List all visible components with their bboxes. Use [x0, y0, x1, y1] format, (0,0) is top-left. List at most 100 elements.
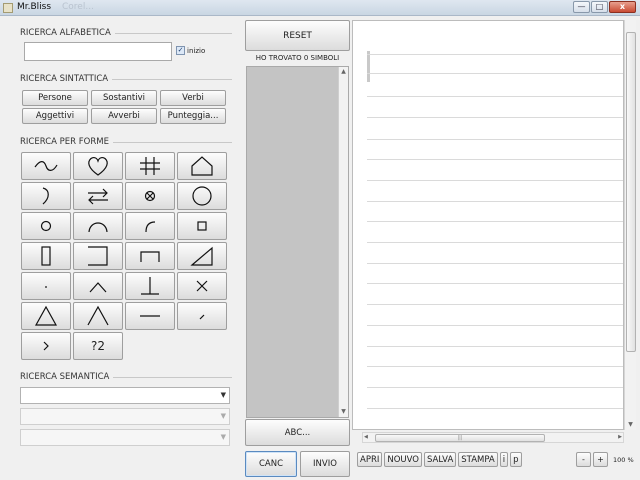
document-horizontal-scrollbar[interactable]: ◀ ||| ▶: [362, 432, 624, 443]
times-icon: [196, 280, 208, 292]
small-circle-icon: [40, 220, 52, 232]
large-circle-icon: [192, 186, 212, 206]
zoom-controls: - + 100 %: [576, 452, 634, 467]
stampa-button[interactable]: STAMPA: [458, 452, 498, 467]
ruled-line: [367, 283, 623, 284]
ruled-line: [367, 408, 623, 409]
shape-button-right-triangle[interactable]: [177, 242, 227, 270]
inizio-label: inizio: [187, 46, 206, 55]
vertical-scroll-thumb[interactable]: [626, 32, 636, 352]
shape-button-horizontal-line[interactable]: [125, 302, 175, 330]
avverbi-button[interactable]: Avverbi: [91, 108, 157, 124]
ruled-line: [367, 159, 623, 160]
reset-button[interactable]: RESET: [245, 20, 350, 51]
shape-button-tilde[interactable]: [21, 152, 71, 180]
dot-icon: [45, 286, 47, 288]
ruled-line: [367, 263, 623, 264]
results-scrollbar[interactable]: ▲ ▼: [338, 67, 348, 417]
shape-button-heart[interactable]: [73, 152, 123, 180]
shape-button-caret-up[interactable]: [73, 272, 123, 300]
close-button[interactable]: x: [609, 1, 636, 13]
arch-icon: [88, 222, 108, 233]
corner-arc-icon: [145, 221, 156, 233]
shape-button-triangle[interactable]: [21, 302, 71, 330]
verbi-button[interactable]: Verbi: [160, 90, 226, 106]
window-title: Mr.Bliss: [17, 2, 52, 12]
semantic-search-section: RICERCA SEMANTICA: [20, 371, 232, 383]
invio-button[interactable]: INVIO: [300, 451, 350, 477]
alpha-search-section: RICERCA ALFABETICA: [20, 27, 232, 39]
shape-button-chevron-right[interactable]: [21, 332, 71, 360]
ruled-line: [367, 387, 623, 388]
ruled-line: [367, 180, 623, 181]
dropdown-arrow-icon: ▼: [220, 433, 226, 441]
swap-arrows-icon: [88, 188, 108, 205]
triangle-icon: [34, 305, 58, 326]
shape-button-perpendicular[interactable]: [125, 272, 175, 300]
lambda-icon: [87, 305, 109, 326]
scroll-right-icon[interactable]: ▶: [618, 433, 622, 443]
zoom-out-button[interactable]: -: [576, 452, 591, 467]
abc-button[interactable]: ABC...: [245, 419, 350, 446]
canc-button[interactable]: CANC: [245, 451, 297, 477]
document-vertical-scrollbar[interactable]: ▼: [624, 20, 636, 430]
shape-button-hook[interactable]: [21, 182, 71, 210]
shape-button-times[interactable]: [177, 272, 227, 300]
shape-button-swap[interactable]: [73, 182, 123, 210]
zoom-in-button[interactable]: +: [593, 452, 608, 467]
shape-button-short-slash[interactable]: [177, 302, 227, 330]
checkbox-check-icon[interactable]: ✓: [176, 46, 185, 55]
shape-button-hash[interactable]: [125, 152, 175, 180]
ruled-line: [367, 96, 623, 97]
shape-button-lambda[interactable]: [73, 302, 123, 330]
ruled-line: [367, 139, 623, 140]
shape-button-circle-cross[interactable]: [125, 182, 175, 210]
scroll-up-icon[interactable]: ▲: [339, 67, 348, 77]
shape-button-small-square[interactable]: [177, 212, 227, 240]
minimize-button[interactable]: —: [573, 1, 590, 13]
dropdown-arrow-icon[interactable]: ▼: [221, 391, 226, 399]
scroll-left-icon[interactable]: ◀: [364, 433, 368, 443]
shape-button-table-shape[interactable]: [125, 242, 175, 270]
apri-button[interactable]: APRI: [357, 452, 383, 467]
window-controls: — □ x: [572, 1, 636, 13]
p-button[interactable]: p: [510, 452, 522, 467]
editor-toolbar: APRI NOUVO SALVA STAMPA i p: [357, 452, 524, 467]
horizontal-scroll-thumb[interactable]: |||: [375, 434, 545, 442]
shape-buttons: ?2: [21, 152, 227, 360]
results-count-label: HO TROVATO 0 SIMBOLI: [245, 52, 350, 65]
shape-search-title: RICERCA PER FORME: [20, 136, 232, 148]
inizio-checkbox[interactable]: ✓ inizio: [176, 46, 205, 55]
punteggiatura-button[interactable]: Punteggia...: [160, 108, 226, 124]
salva-button[interactable]: SALVA: [424, 452, 457, 467]
alpha-search-input[interactable]: [24, 42, 172, 61]
semantic-combo-1[interactable]: ▼: [20, 387, 230, 404]
ruled-line: [367, 201, 623, 202]
shape-button-small-circle[interactable]: [21, 212, 71, 240]
symbol-results-list[interactable]: ▲ ▼: [246, 66, 349, 418]
scroll-down-icon[interactable]: ▼: [339, 407, 348, 417]
document-editor[interactable]: [352, 20, 624, 430]
shape-search-section: RICERCA PER FORME: [20, 136, 232, 148]
nouvo-button[interactable]: NOUVO: [384, 452, 422, 467]
shape-button-bracket-right[interactable]: [73, 242, 123, 270]
i-button[interactable]: i: [499, 452, 509, 467]
sostantivi-button[interactable]: Sostantivi: [91, 90, 157, 106]
shape-button-corner-arc[interactable]: [125, 212, 175, 240]
persone-button[interactable]: Persone: [22, 90, 88, 106]
scroll-down-icon[interactable]: ▼: [625, 420, 636, 430]
tall-rectangle-icon: [41, 246, 51, 266]
ruled-line: [367, 346, 623, 347]
text-cursor: [367, 51, 370, 82]
hook-icon: [42, 187, 49, 205]
shape-button-house[interactable]: [177, 152, 227, 180]
background-window-title: Corel...: [62, 2, 94, 12]
aggettivi-button[interactable]: Aggettivi: [22, 108, 88, 124]
shape-button-dot[interactable]: [21, 272, 71, 300]
maximize-button[interactable]: □: [591, 1, 608, 13]
shape-button-question-two[interactable]: ?2: [73, 332, 123, 360]
app-icon: [3, 3, 13, 13]
shape-button-arch[interactable]: [73, 212, 123, 240]
shape-button-tall-rectangle[interactable]: [21, 242, 71, 270]
shape-button-large-circle[interactable]: [177, 182, 227, 210]
